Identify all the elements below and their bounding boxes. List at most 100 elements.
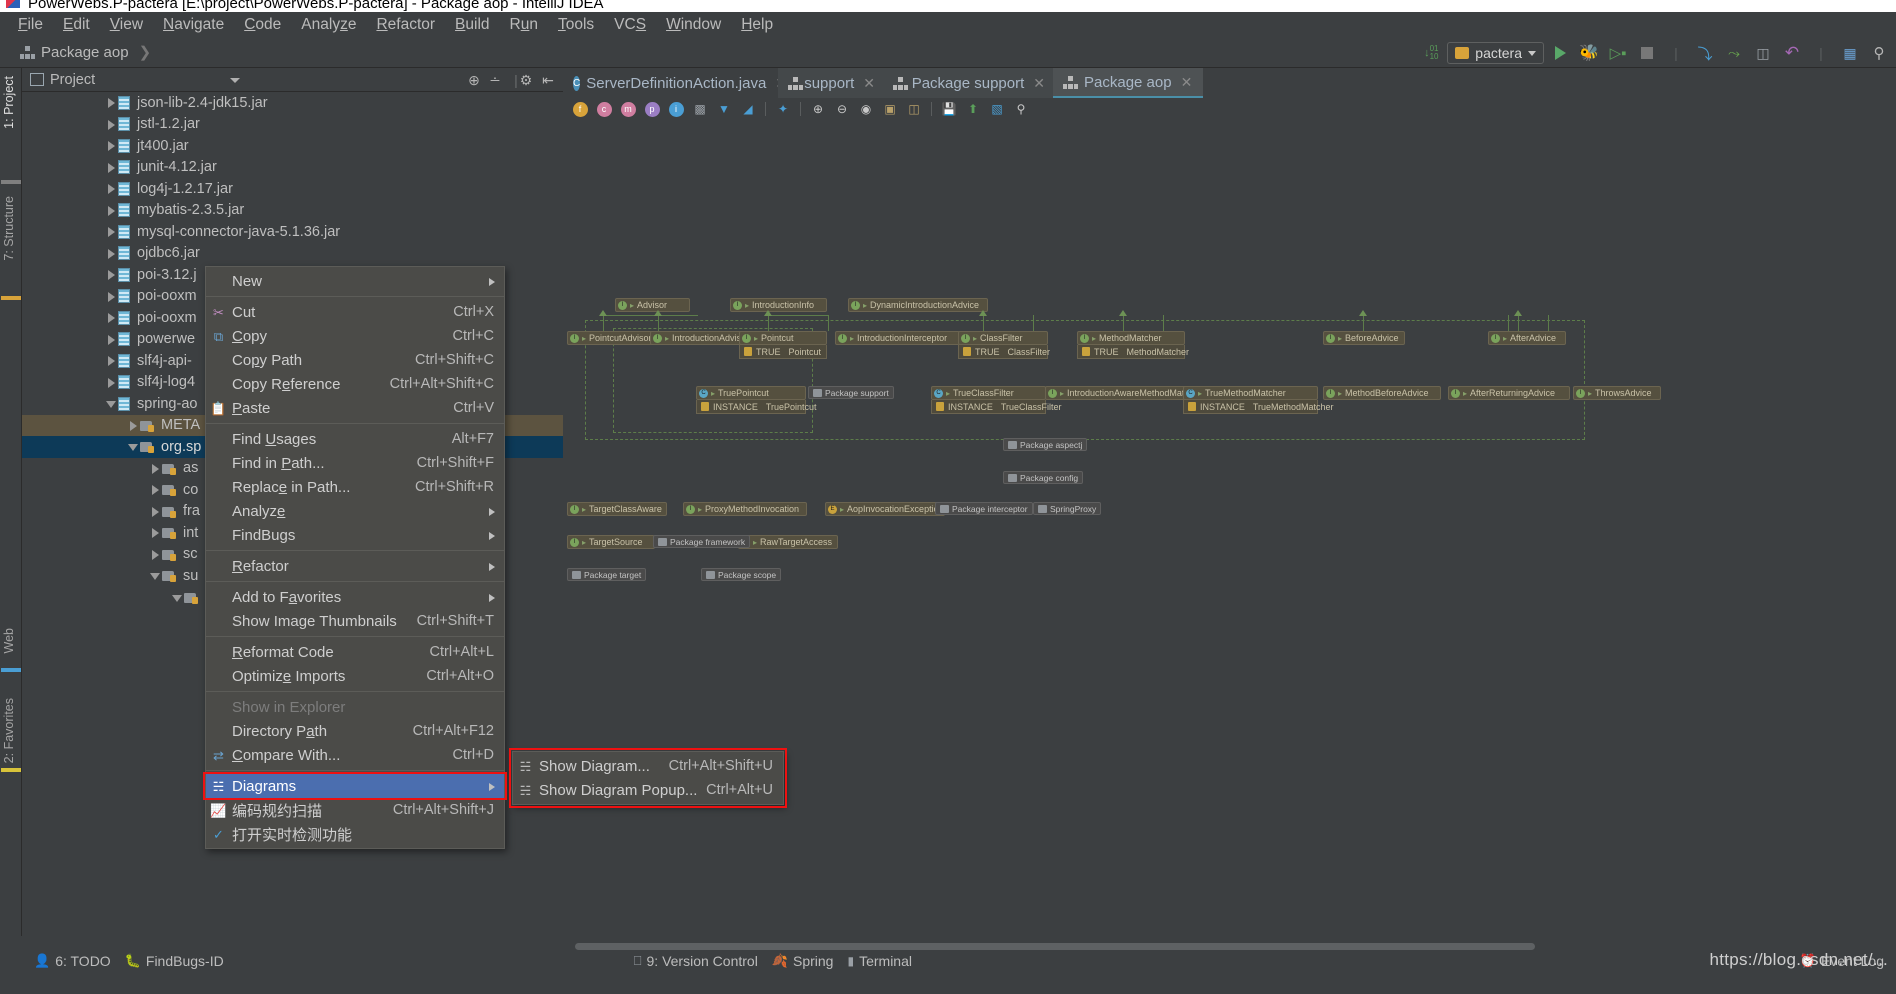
- status-item-terminal[interactable]: ▮ Terminal: [847, 953, 912, 969]
- context-menu-item-find-in-path[interactable]: Find in Path... Ctrl+Shift+F: [206, 451, 504, 475]
- editor-tab-1[interactable]: support ✕: [778, 68, 883, 98]
- diagram-package-node[interactable]: Package scope: [701, 568, 782, 581]
- close-icon[interactable]: ✕: [1181, 74, 1193, 91]
- sidebar-item-project[interactable]: 1: Project: [2, 76, 16, 129]
- menu-item-refactor[interactable]: Refactor: [366, 14, 445, 36]
- diagram-node[interactable]: I ▸ IntroductionInfo: [730, 298, 827, 312]
- submenu-item-1[interactable]: ☵ Show Diagram Popup... Ctrl+Alt+U: [513, 778, 783, 802]
- context-menu-item-find-usages[interactable]: Find Usages Alt+F7: [206, 427, 504, 451]
- diagram-node[interactable]: I ▸ Pointcut: [739, 331, 827, 345]
- menu-item-view[interactable]: View: [100, 14, 153, 36]
- filter-icon[interactable]: ▼: [713, 99, 735, 119]
- update-numbers-icon[interactable]: ↓ 01 10: [1418, 41, 1444, 65]
- chevron-right-icon[interactable]: [149, 548, 162, 561]
- status-item-findbugs[interactable]: 🐛 FindBugs-ID: [125, 953, 224, 969]
- chevron-down-icon[interactable]: [127, 440, 140, 453]
- menu-item-build[interactable]: Build: [445, 14, 499, 36]
- diagram-node[interactable]: I ▸ Advisor: [615, 298, 690, 312]
- context-menu-item-show-image-thumbnails[interactable]: Show Image Thumbnails Ctrl+Shift+T: [206, 609, 504, 633]
- diagram-node[interactable]: I ▸ IntroductionInterceptor: [835, 331, 960, 345]
- inner-class-icon[interactable]: i: [665, 99, 687, 119]
- context-menu-item-[interactable]: ✓ 打开实时检测功能: [206, 822, 504, 846]
- context-menu-item-cut[interactable]: ✂ Cut Ctrl+X: [206, 300, 504, 324]
- status-item-spring[interactable]: 🍂 Spring: [772, 953, 834, 969]
- refresh-icon[interactable]: ⚲: [1010, 99, 1032, 119]
- tree-row[interactable]: jstl-1.2.jar: [22, 114, 563, 136]
- apply-icon[interactable]: ⬆: [962, 99, 984, 119]
- context-menu-item-findbugs[interactable]: FindBugs: [206, 523, 504, 547]
- diagram-package-node[interactable]: Package interceptor: [935, 502, 1033, 515]
- diagram-package-node[interactable]: Package aspectj: [1003, 438, 1088, 451]
- settings-icon[interactable]: ▦: [1837, 41, 1863, 65]
- chevron-right-icon[interactable]: [105, 96, 118, 109]
- context-menu-item-directory-path[interactable]: Directory Path Ctrl+Alt+F12: [206, 719, 504, 743]
- menu-item-help[interactable]: Help: [731, 14, 783, 36]
- field-filter-icon[interactable]: f: [569, 99, 591, 119]
- vcs-history-icon[interactable]: ◫: [1750, 41, 1776, 65]
- chevron-right-icon[interactable]: [105, 204, 118, 217]
- zoom-in-icon[interactable]: ⊕: [807, 99, 829, 119]
- stop-button[interactable]: [1634, 41, 1660, 65]
- breadcrumb[interactable]: Package aop ❯: [20, 43, 151, 61]
- search-everywhere-icon[interactable]: ⚲: [1866, 41, 1892, 65]
- diagram-package-node[interactable]: SpringProxy: [1033, 502, 1102, 515]
- diagram-node[interactable]: I ▸ MethodMatcher: [1077, 331, 1185, 345]
- context-menu[interactable]: New ✂ Cut Ctrl+X ⧉ Copy Ctrl+C Copy Path Ctrl+Sh…: [205, 266, 505, 849]
- tree-row[interactable]: ojdbc6.jar: [22, 243, 563, 265]
- context-menu-item-paste[interactable]: 📋 Paste Ctrl+V: [206, 396, 504, 420]
- editor-tab-2[interactable]: Package support ✕: [883, 68, 1053, 98]
- chevron-right-icon[interactable]: [105, 139, 118, 152]
- diagram-node[interactable]: I ▸ AfterReturningAdvice: [1448, 386, 1570, 400]
- hide-icon[interactable]: ⇤: [540, 72, 556, 88]
- sidebar-item-web[interactable]: Web: [2, 628, 16, 653]
- fit-content-icon[interactable]: ▣: [879, 99, 901, 119]
- tree-row[interactable]: mybatis-2.3.5.jar: [22, 200, 563, 222]
- context-menu-item-compare-with[interactable]: ⇄ Compare With... Ctrl+D: [206, 743, 504, 767]
- context-menu-item-copy[interactable]: ⧉ Copy Ctrl+C: [206, 324, 504, 348]
- context-menu-item-reformat-code[interactable]: Reformat Code Ctrl+Alt+L: [206, 640, 504, 664]
- close-icon[interactable]: ✕: [1033, 75, 1045, 92]
- diagram-node[interactable]: I ▸ ClassFilter: [958, 331, 1048, 345]
- menu-item-window[interactable]: Window: [656, 14, 731, 36]
- sidebar-item-favorites[interactable]: 2: Favorites: [2, 698, 16, 763]
- chevron-right-icon[interactable]: [149, 462, 162, 475]
- chevron-right-icon[interactable]: [149, 483, 162, 496]
- diagram-package-node[interactable]: Package support: [808, 386, 894, 399]
- run-button[interactable]: [1547, 41, 1573, 65]
- debug-button[interactable]: 🐝: [1576, 41, 1602, 65]
- diagram-node[interactable]: I ▸ AfterAdvice: [1488, 331, 1566, 345]
- close-icon[interactable]: ✕: [863, 75, 875, 92]
- diagram-node[interactable]: I ▸ BeforeAdvice: [1323, 331, 1405, 345]
- tree-row[interactable]: jt400.jar: [22, 135, 563, 157]
- chevron-right-icon[interactable]: [105, 376, 118, 389]
- chart-icon[interactable]: ▩: [689, 99, 711, 119]
- context-menu-item-refactor[interactable]: Refactor: [206, 554, 504, 578]
- chevron-right-icon[interactable]: [105, 182, 118, 195]
- diagram-node[interactable]: E ▸ AopInvocationException: [825, 502, 945, 516]
- vcs-commit-icon[interactable]: ⤳: [1721, 41, 1747, 65]
- status-item-version-control[interactable]: ⎕ 9: Version Control: [634, 953, 758, 969]
- run-with-coverage-button[interactable]: ▷▪: [1605, 41, 1631, 65]
- diagram-node[interactable]: I ▸ TargetSource: [567, 535, 655, 549]
- chevron-right-icon[interactable]: [105, 311, 118, 324]
- chevron-down-icon[interactable]: [149, 569, 162, 582]
- layers-icon[interactable]: ▧: [986, 99, 1008, 119]
- diagram-node[interactable]: I ▸ TargetClassAware: [567, 502, 667, 516]
- diagram-node[interactable]: I▸RawTargetAccess: [738, 535, 838, 549]
- diagram-node[interactable]: C ▸ TrueMethodMatcher: [1183, 386, 1318, 400]
- chevron-right-icon[interactable]: [105, 161, 118, 174]
- context-menu-item-replace-in-path[interactable]: Replace in Path... Ctrl+Shift+R: [206, 475, 504, 499]
- chevron-down-icon[interactable]: [105, 397, 118, 410]
- context-menu-item-copy-path[interactable]: Copy Path Ctrl+Shift+C: [206, 348, 504, 372]
- menu-item-navigate[interactable]: Navigate: [153, 14, 234, 36]
- chevron-right-icon[interactable]: [105, 354, 118, 367]
- constructor-filter-icon[interactable]: c: [593, 99, 615, 119]
- diagrams-submenu[interactable]: ☵ Show Diagram... Ctrl+Alt+Shift+U ☵ Show Di…: [512, 751, 784, 805]
- menu-item-tools[interactable]: Tools: [548, 14, 604, 36]
- locate-icon[interactable]: ⊕: [466, 72, 482, 88]
- chevron-right-icon[interactable]: [149, 526, 162, 539]
- diagram-package-node[interactable]: Package framework: [653, 535, 751, 548]
- uml-diagram-canvas[interactable]: I ▸ Advisor I ▸ IntroductionInfo I ▸ DynamicIntr…: [563, 120, 1896, 936]
- diagram-node[interactable]: I ▸ IntroductionAwareMethodMatcher: [1045, 386, 1203, 400]
- chevron-right-icon[interactable]: [105, 247, 118, 260]
